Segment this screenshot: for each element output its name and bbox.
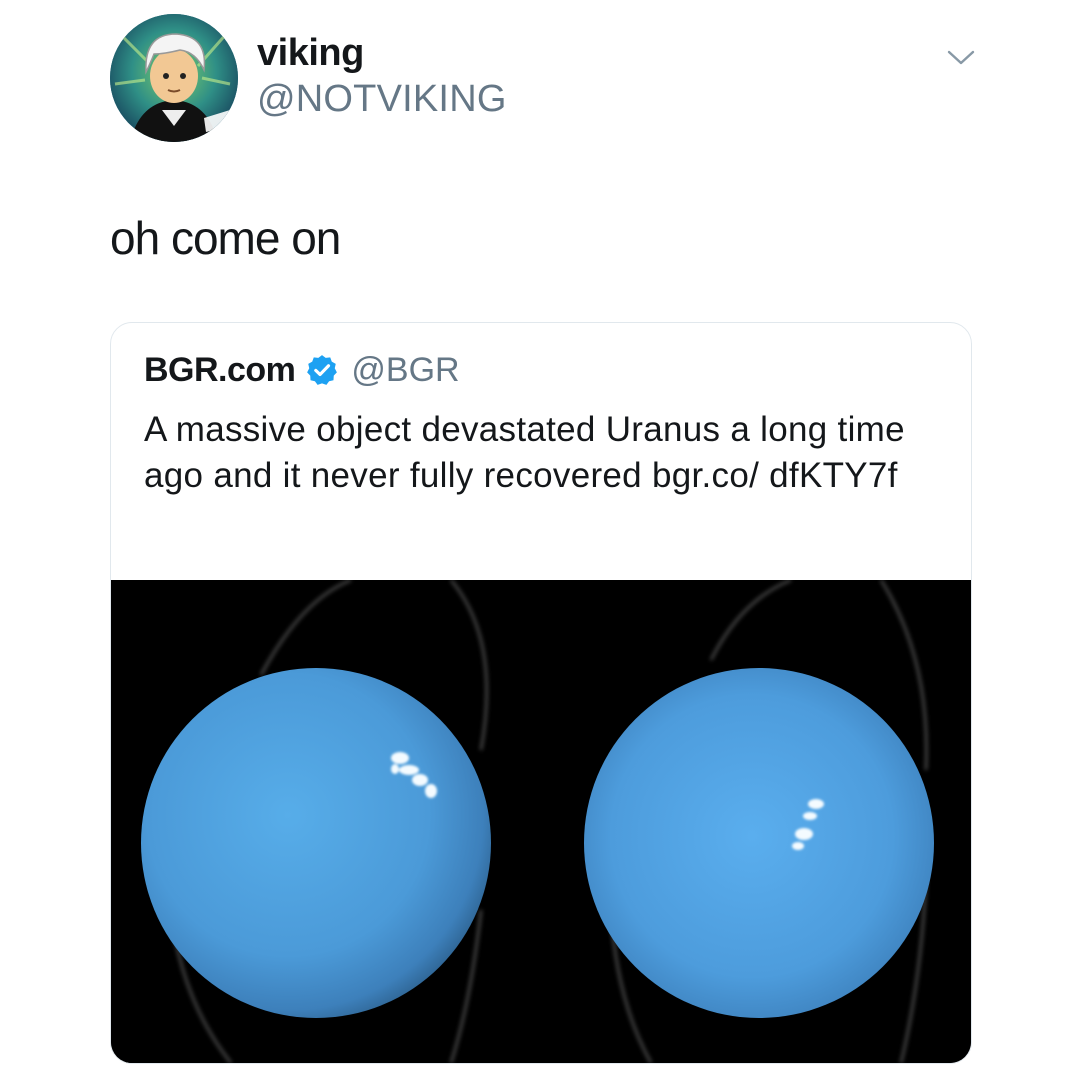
tweet-text: oh come on: [110, 212, 341, 264]
uranus-image: [111, 580, 971, 1063]
author-avatar[interactable]: [110, 14, 238, 142]
author-handle[interactable]: @NOTVIKING: [257, 76, 507, 122]
quoted-tweet-card[interactable]: BGR.com @BGR A massive object devastated…: [110, 322, 972, 1064]
quoted-author-name[interactable]: BGR.com: [144, 351, 296, 390]
quoted-tweet-image[interactable]: [111, 580, 971, 1063]
chevron-down-icon[interactable]: [946, 46, 976, 68]
quoted-tweet-text: A massive object devastated Uranus a lon…: [144, 410, 905, 495]
avatar-illustration: [110, 14, 238, 142]
verified-badge-icon: [307, 355, 338, 385]
author-display-name[interactable]: viking: [257, 30, 364, 76]
quoted-author-handle[interactable]: @BGR: [351, 351, 459, 390]
quoted-tweet-header: BGR.com @BGR: [144, 347, 460, 393]
